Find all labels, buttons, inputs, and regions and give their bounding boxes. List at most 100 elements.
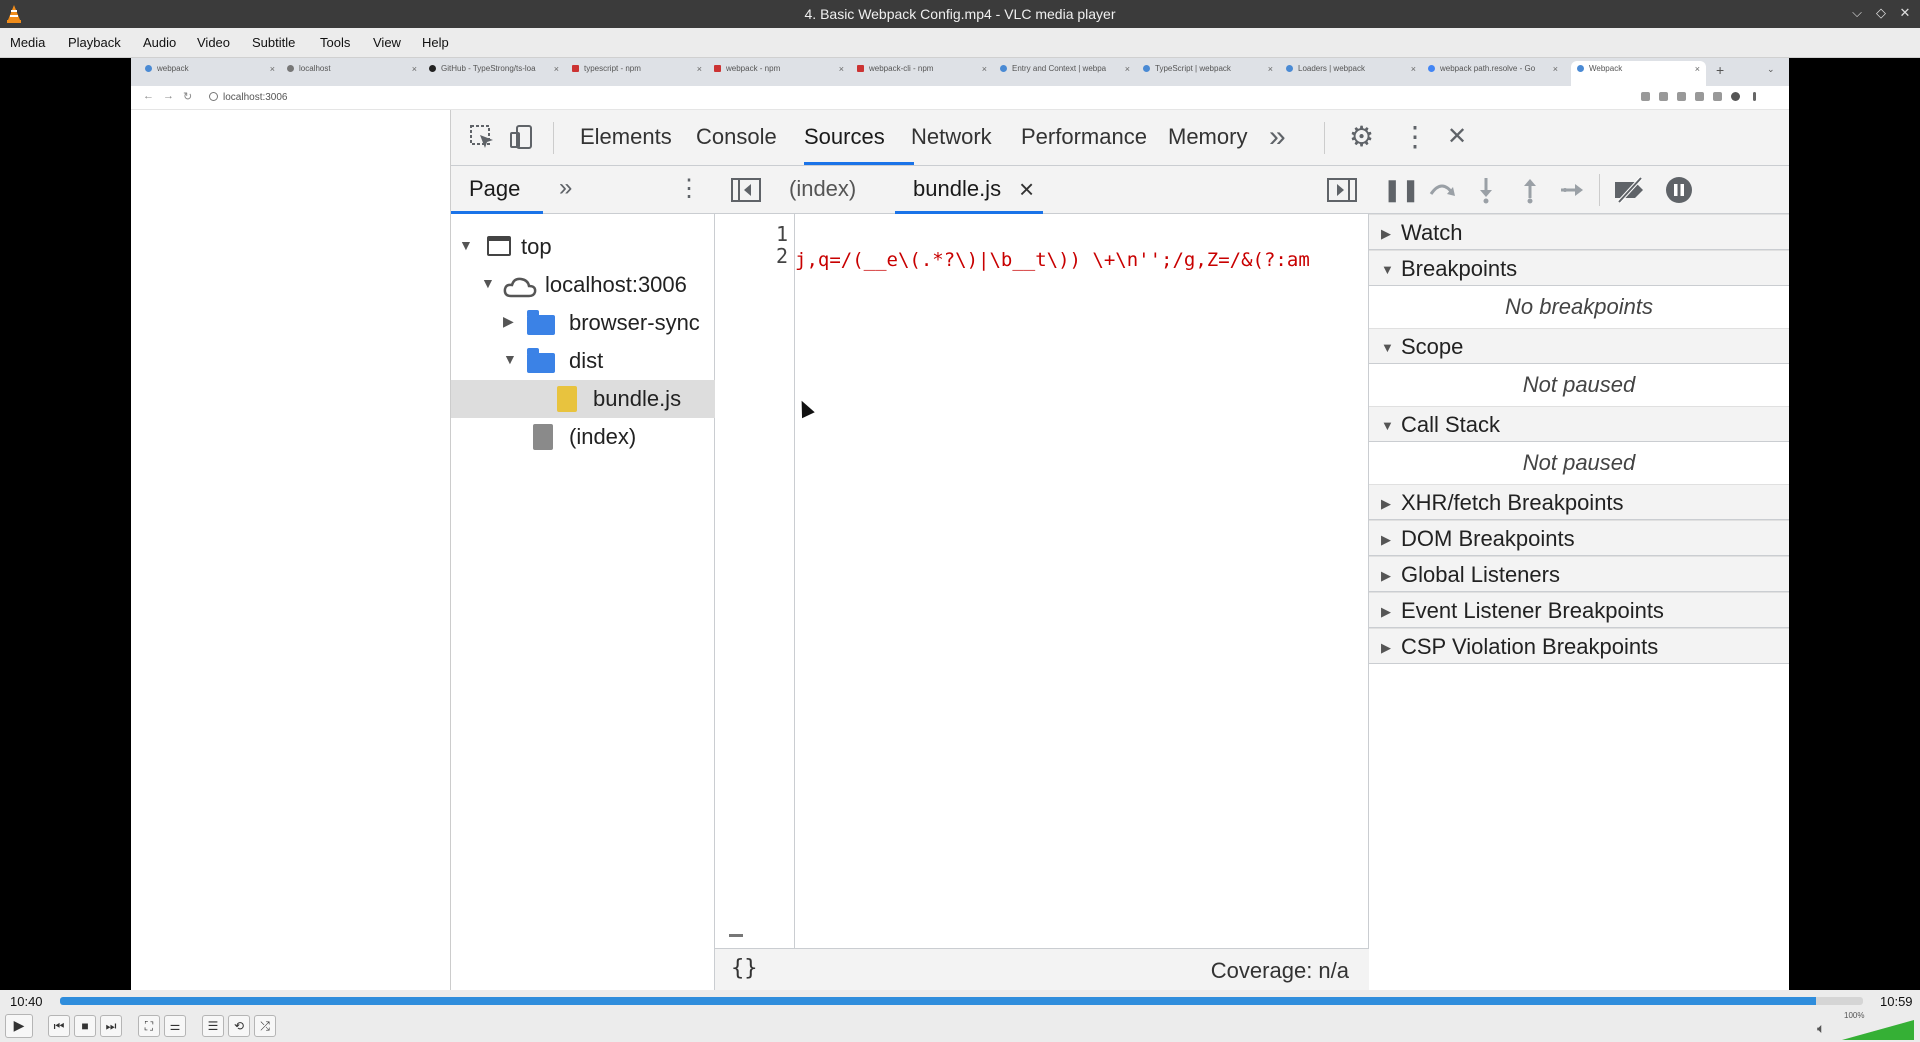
editor-tab-index[interactable]: (index) bbox=[789, 176, 856, 202]
browser-tab[interactable]: typescript - npm × bbox=[572, 64, 702, 86]
section-watch[interactable]: ▶ Watch bbox=[1369, 214, 1789, 250]
shuffle-button[interactable]: ⤮ bbox=[254, 1015, 276, 1037]
expanded-triangle-icon[interactable]: ▼ bbox=[481, 275, 495, 291]
close-devtools-icon[interactable]: ✕ bbox=[1447, 122, 1467, 151]
browser-tab[interactable]: Loaders | webpack × bbox=[1286, 64, 1416, 86]
extension-icon[interactable] bbox=[1659, 92, 1668, 101]
close-window-button[interactable]: ✕ bbox=[1895, 3, 1915, 23]
horizontal-scrollbar[interactable] bbox=[729, 934, 743, 937]
section-csp-violation-breakpoints[interactable]: ▶ CSP Violation Breakpoints bbox=[1369, 628, 1789, 664]
section-xhr-breakpoints[interactable]: ▶ XHR/fetch Breakpoints bbox=[1369, 484, 1789, 520]
reload-icon[interactable]: ↻ bbox=[183, 90, 192, 103]
section-event-listener-breakpoints[interactable]: ▶ Event Listener Breakpoints bbox=[1369, 592, 1789, 628]
tree-item-origin[interactable]: ▼ localhost:3006 bbox=[451, 266, 715, 304]
tab-network[interactable]: Network bbox=[911, 124, 992, 150]
tab-close-icon[interactable]: × bbox=[1553, 64, 1558, 74]
editor-tab-bundle[interactable]: bundle.js bbox=[913, 176, 1001, 202]
pause-on-exceptions-icon[interactable] bbox=[1665, 176, 1693, 204]
settings-gear-icon[interactable]: ⚙ bbox=[1349, 120, 1374, 153]
collapsed-triangle-icon[interactable]: ▶ bbox=[503, 313, 514, 330]
playlist-button[interactable]: ☰ bbox=[202, 1015, 224, 1037]
profile-avatar-icon[interactable] bbox=[1731, 92, 1740, 101]
tree-item-file-selected[interactable]: bundle.js bbox=[451, 380, 715, 418]
tab-close-icon[interactable]: × bbox=[270, 64, 275, 74]
extended-settings-button[interactable]: ⚌ bbox=[164, 1015, 186, 1037]
forward-arrow-icon[interactable]: → bbox=[163, 90, 174, 102]
tab-close-icon[interactable]: × bbox=[1268, 64, 1273, 74]
step-into-icon[interactable] bbox=[1477, 176, 1495, 204]
devtools-kebab-icon[interactable]: ⋮ bbox=[1401, 120, 1429, 153]
tab-close-icon[interactable]: × bbox=[554, 64, 559, 74]
loop-button[interactable]: ⟲ bbox=[228, 1015, 250, 1037]
bookmark-star-icon[interactable] bbox=[1677, 92, 1686, 101]
step-out-icon[interactable] bbox=[1521, 176, 1539, 204]
browser-menu-kebab-icon[interactable] bbox=[1753, 92, 1756, 101]
expanded-triangle-icon[interactable]: ▼ bbox=[459, 237, 473, 253]
tab-performance[interactable]: Performance bbox=[1021, 124, 1147, 150]
section-dom-breakpoints[interactable]: ▶ DOM Breakpoints bbox=[1369, 520, 1789, 556]
menu-playback[interactable]: Playback bbox=[68, 35, 121, 50]
tab-elements[interactable]: Elements bbox=[580, 124, 672, 150]
pretty-print-icon[interactable]: {} bbox=[731, 956, 758, 981]
browser-tab[interactable]: webpack × bbox=[145, 64, 275, 86]
browser-tab[interactable]: TypeScript | webpack × bbox=[1143, 64, 1273, 86]
navigator-more-chevron-icon[interactable]: » bbox=[559, 174, 572, 202]
pause-icon[interactable]: ❚❚ bbox=[1383, 177, 1420, 203]
expanded-triangle-icon[interactable]: ▼ bbox=[503, 351, 517, 367]
tab-close-icon[interactable]: × bbox=[1695, 64, 1700, 74]
more-tabs-chevron-icon[interactable]: » bbox=[1269, 120, 1286, 154]
tab-close-icon[interactable]: × bbox=[1125, 64, 1130, 74]
menu-media[interactable]: Media bbox=[10, 35, 45, 50]
toggle-navigator-icon[interactable] bbox=[731, 178, 761, 202]
menu-audio[interactable]: Audio bbox=[143, 35, 176, 50]
toggle-debugger-icon[interactable] bbox=[1327, 178, 1357, 202]
tree-item-folder[interactable]: ▶ browser-sync bbox=[451, 304, 715, 342]
video-area[interactable]: webpack × localhost × GitHub - TypeStrong/… bbox=[0, 58, 1920, 990]
browser-tab[interactable]: webpack - npm × bbox=[714, 64, 844, 86]
tree-item-folder[interactable]: ▼ dist bbox=[451, 342, 715, 380]
line-number[interactable]: 1 bbox=[776, 222, 788, 246]
tab-close-icon[interactable]: × bbox=[697, 64, 702, 74]
browser-tab[interactable]: Entry and Context | webpa × bbox=[1000, 64, 1130, 86]
browser-tab[interactable]: localhost × bbox=[287, 64, 417, 86]
tab-close-icon[interactable]: × bbox=[982, 64, 987, 74]
section-call-stack[interactable]: ▼ Call Stack bbox=[1369, 406, 1789, 442]
browser-tab[interactable]: webpack-cli - npm × bbox=[857, 64, 987, 86]
deactivate-breakpoints-icon[interactable] bbox=[1613, 176, 1649, 204]
navigator-kebab-icon[interactable]: ⋮ bbox=[677, 174, 701, 203]
browser-tab[interactable]: webpack path.resolve - Go × bbox=[1428, 64, 1558, 86]
tree-item-file[interactable]: (index) bbox=[451, 418, 715, 456]
fullscreen-button[interactable]: ⛶ bbox=[138, 1015, 160, 1037]
speaker-icon[interactable]: 🔈︎ bbox=[1817, 1020, 1825, 1037]
url-field[interactable]: localhost:3006 bbox=[209, 92, 288, 103]
back-arrow-icon[interactable]: ← bbox=[143, 90, 154, 102]
maximize-button[interactable]: ◇ bbox=[1871, 3, 1891, 23]
step-over-icon[interactable] bbox=[1427, 178, 1457, 202]
tab-memory[interactable]: Memory bbox=[1168, 124, 1247, 150]
stop-button[interactable]: ■ bbox=[74, 1015, 96, 1037]
extension-icon[interactable] bbox=[1713, 92, 1722, 101]
menu-help[interactable]: Help bbox=[422, 35, 449, 50]
menu-video[interactable]: Video bbox=[197, 35, 230, 50]
browser-tab[interactable]: GitHub - TypeStrong/ts-loa × bbox=[429, 64, 559, 86]
menu-subtitle[interactable]: Subtitle bbox=[252, 35, 295, 50]
browser-tab-active[interactable]: Webpack × bbox=[1571, 61, 1706, 86]
next-button[interactable]: ⏭ bbox=[100, 1015, 122, 1037]
play-button[interactable]: ▶ bbox=[5, 1014, 33, 1038]
previous-button[interactable]: ⏮ bbox=[48, 1015, 70, 1037]
extension-icon[interactable] bbox=[1695, 92, 1704, 101]
tab-console[interactable]: Console bbox=[696, 124, 777, 150]
seek-slider[interactable] bbox=[60, 997, 1863, 1005]
tab-sources[interactable]: Sources bbox=[804, 124, 885, 150]
tab-close-icon[interactable]: × bbox=[839, 64, 844, 74]
tab-list-chevron-icon[interactable]: ⌄ bbox=[1767, 64, 1775, 75]
tab-close-icon[interactable]: × bbox=[412, 64, 417, 74]
tree-item-top[interactable]: ▼ top bbox=[451, 228, 715, 266]
step-icon[interactable] bbox=[1559, 180, 1587, 200]
inspect-element-icon[interactable] bbox=[469, 124, 495, 150]
menu-view[interactable]: View bbox=[373, 35, 401, 50]
section-scope[interactable]: ▼ Scope bbox=[1369, 328, 1789, 364]
navigator-tab-page[interactable]: Page bbox=[469, 176, 520, 202]
close-editor-tab-icon[interactable]: × bbox=[1019, 174, 1034, 205]
code-line[interactable]: j,q=/(__e\(.*?\)|\b__t\)) \+\n'';/g,Z=/&… bbox=[795, 249, 1369, 271]
